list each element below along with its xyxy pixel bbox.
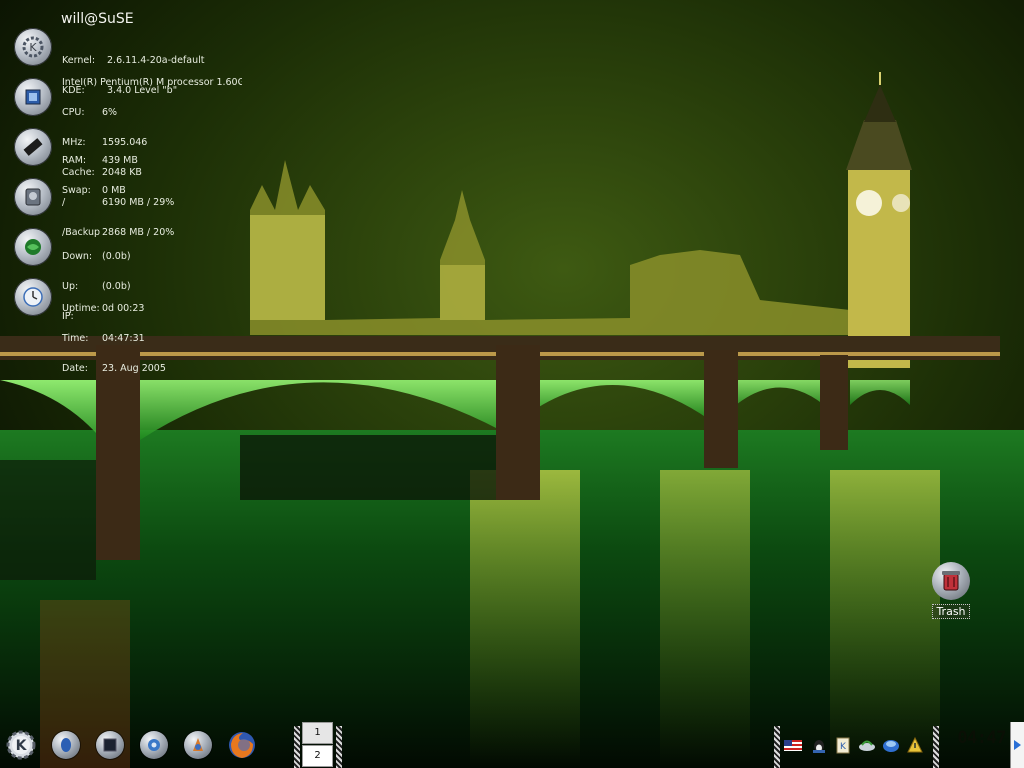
- klipper-icon[interactable]: K: [834, 736, 852, 754]
- network-tux-icon[interactable]: [810, 736, 828, 754]
- browser-icon[interactable]: [189, 736, 207, 754]
- disk-info-block: / /Backup 6190 MB / 29% 2868 MB / 20%: [14, 178, 254, 238]
- pager-handle-left[interactable]: [294, 726, 300, 768]
- svg-text:K: K: [29, 41, 37, 54]
- root-usage-value: 6190 MB / 29%: [102, 197, 175, 208]
- kicker-panel: K 1 2 K 04:47: [0, 722, 1024, 768]
- arrow-right-icon[interactable]: [1014, 740, 1021, 750]
- kde-menu-button[interactable]: K: [4, 728, 38, 762]
- network-globe-icon: [14, 228, 52, 266]
- time-label: Time:: [62, 333, 89, 344]
- uptime-value: 0d 00:23: [102, 303, 145, 314]
- down-label: Down:: [62, 251, 93, 262]
- processor-chip-icon: [14, 78, 52, 116]
- globe-update-icon[interactable]: [882, 736, 900, 754]
- desktop-pager[interactable]: 1 2: [302, 722, 333, 768]
- trash-desktop-icon[interactable]: Trash: [928, 562, 974, 619]
- cpu-info-block: Intel(R) Pentium(R) M processor 1.60GHz …: [14, 78, 254, 178]
- pager-desktop-1[interactable]: 1: [302, 722, 333, 744]
- pager-desktop-2[interactable]: 2: [302, 745, 333, 767]
- control-center-icon[interactable]: [145, 736, 163, 754]
- clock-icon: [14, 278, 52, 316]
- firefox-button[interactable]: [227, 730, 257, 760]
- home-folder-icon[interactable]: [57, 736, 75, 754]
- cpu-value: 6%: [102, 107, 118, 118]
- root-mount-label: /: [62, 197, 66, 208]
- down-value: (0.0b): [102, 251, 131, 262]
- wireless-icon[interactable]: [858, 736, 876, 754]
- kde-menu-icon[interactable]: K: [4, 728, 38, 762]
- panel-clock[interactable]: 04:47: [944, 728, 1006, 748]
- ram-label: RAM:: [62, 155, 87, 166]
- time-info-block: Uptime: Time: Date: 0d 00:23 04:47:31 23…: [14, 278, 254, 374]
- ram-value: 439 MB: [102, 155, 138, 166]
- browser-button[interactable]: [184, 731, 212, 759]
- trash-label[interactable]: Trash: [932, 604, 970, 619]
- kde-gear-icon: K: [14, 28, 52, 66]
- date-value: 23. Aug 2005: [102, 363, 166, 374]
- memory-module-icon: [14, 128, 52, 166]
- clock-handle[interactable]: [933, 726, 939, 768]
- tray-handle[interactable]: [774, 726, 780, 768]
- system-info-block: K Kernel: KDE: 2.6.11.4-20a-default 3.4.…: [14, 28, 254, 96]
- panel-hide-button[interactable]: [1010, 722, 1024, 768]
- uptime-label: Uptime:: [62, 303, 100, 314]
- kernel-label: Kernel:: [62, 55, 96, 66]
- control-center-button[interactable]: [140, 731, 168, 759]
- cpu-label: CPU:: [62, 107, 85, 118]
- cpu-model: Intel(R) Pentium(R) M processor 1.60GHz: [62, 78, 242, 88]
- hostname-label: will@SuSE: [61, 11, 134, 27]
- memory-info-block: RAM: Swap: 439 MB 0 MB: [14, 128, 254, 196]
- us-flag-keyboard-icon[interactable]: [784, 736, 802, 754]
- terminal-button[interactable]: [96, 731, 124, 759]
- network-info-block: Down: Up: IP: (0.0b) (0.0b): [14, 228, 254, 322]
- firefox-icon[interactable]: [227, 730, 257, 760]
- svg-text:K: K: [16, 738, 28, 754]
- terminal-icon[interactable]: [101, 736, 119, 754]
- time-value: 04:47:31: [102, 333, 145, 344]
- trash-can-icon[interactable]: [932, 562, 970, 600]
- kernel-value: 2.6.11.4-20a-default: [107, 55, 205, 66]
- pager-handle-right[interactable]: [336, 726, 342, 768]
- date-label: Date:: [62, 363, 88, 374]
- home-folder-button[interactable]: [52, 731, 80, 759]
- hard-disk-icon: [14, 178, 52, 216]
- suse-watcher-icon[interactable]: [906, 736, 924, 754]
